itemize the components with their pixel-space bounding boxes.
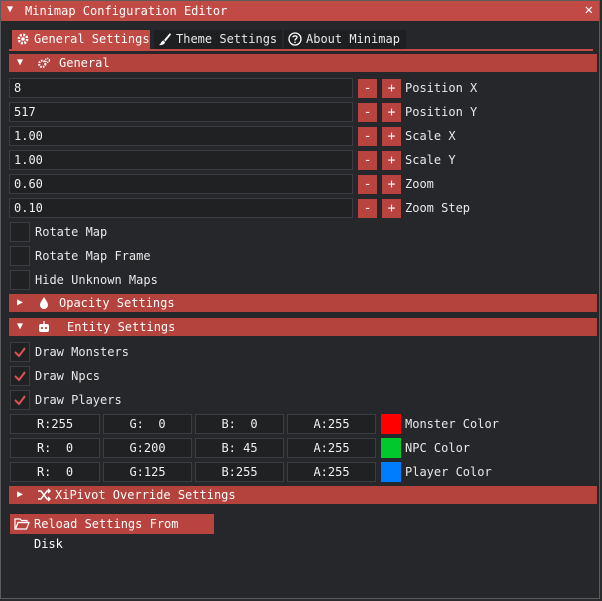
droplet-icon [40, 297, 48, 309]
checkmark-icon [14, 395, 26, 406]
player-color-a-field[interactable]: A:255 [287, 462, 376, 482]
tab-theme-settings[interactable]: Theme Settings [154, 30, 282, 49]
position-y-decrement-button[interactable]: - [358, 103, 377, 122]
tab-about-minimap[interactable]: About Minimap [284, 30, 406, 49]
zoom-step-label: Zoom Step [405, 201, 471, 215]
gear-icon [17, 33, 29, 45]
shuffle-icon [38, 488, 51, 502]
scale-y-input[interactable] [9, 150, 353, 170]
position-y-label: Position Y [405, 105, 478, 119]
expanded-arrow-icon: ▼ [17, 57, 24, 68]
tab-label: General Settings [34, 32, 150, 46]
rotate-map-label: Rotate Map [35, 225, 108, 239]
npc-color-label: NPC Color [405, 441, 471, 455]
draw-npcs-label: Draw Npcs [35, 369, 101, 383]
minimap-config-window: ▼ Minimap Configuration Editor ✕ General… [0, 0, 600, 599]
collapsed-arrow-icon: ▶ [17, 297, 24, 308]
draw-npcs-checkbox[interactable] [10, 366, 30, 386]
title-bar[interactable]: ▼ Minimap Configuration Editor ✕ [1, 1, 599, 21]
section-title: Opacity Settings [59, 296, 175, 310]
tab-label: Theme Settings [176, 32, 278, 46]
player-color-swatch[interactable] [381, 462, 401, 482]
section-title: XiPivot Override Settings [55, 488, 236, 502]
monster-color-r-field[interactable]: R:255 [10, 414, 100, 434]
player-color-g-field[interactable]: G:125 [103, 462, 192, 482]
draw-players-checkbox[interactable] [10, 390, 30, 410]
rotate-map-frame-checkbox[interactable] [10, 246, 30, 266]
opacity-section-header[interactable]: ▶ Opacity Settings [9, 294, 597, 312]
question-circle-icon [288, 32, 302, 46]
entity-section-header[interactable]: ▼ Entity Settings [9, 318, 597, 336]
xipivot-section-header[interactable]: ▶ XiPivot Override Settings [9, 486, 597, 504]
rotate-map-checkbox[interactable] [10, 222, 30, 242]
position-y-input[interactable] [9, 102, 353, 122]
window-title: Minimap Configuration Editor [25, 4, 228, 18]
position-y-increment-button[interactable]: + [382, 103, 401, 122]
npc-color-swatch[interactable] [381, 438, 401, 458]
section-title: Entity Settings [67, 320, 176, 334]
player-color-label: Player Color [405, 465, 492, 479]
monster-color-swatch[interactable] [381, 414, 401, 434]
scale-x-label: Scale X [405, 129, 456, 143]
tab-underline [9, 49, 593, 51]
position-x-label: Position X [405, 81, 478, 95]
scale-x-input[interactable] [9, 126, 353, 146]
npc-color-b-field[interactable]: B: 45 [195, 438, 284, 458]
collapse-window-icon[interactable]: ▼ [7, 4, 13, 15]
player-color-b-field[interactable]: B:255 [195, 462, 284, 482]
expanded-arrow-icon: ▼ [17, 321, 24, 332]
draw-monsters-label: Draw Monsters [35, 345, 129, 359]
tab-bar: General Settings Theme Settings About Mi… [9, 30, 593, 50]
npc-color-r-field[interactable]: R: 0 [10, 438, 100, 458]
close-icon[interactable]: ✕ [585, 2, 593, 18]
monster-color-g-field[interactable]: G: 0 [103, 414, 192, 434]
scale-x-decrement-button[interactable]: - [358, 127, 377, 146]
monster-color-a-field[interactable]: A:255 [287, 414, 376, 434]
zoom-step-input[interactable] [9, 198, 353, 218]
position-x-input[interactable] [9, 78, 353, 98]
npc-color-a-field[interactable]: A:255 [287, 438, 376, 458]
brush-icon [159, 33, 171, 46]
draw-players-label: Draw Players [35, 393, 122, 407]
tab-general-settings[interactable]: General Settings [12, 30, 150, 49]
npc-color-g-field[interactable]: G:200 [103, 438, 192, 458]
zoom-input[interactable] [9, 174, 353, 194]
hide-unknown-maps-label: Hide Unknown Maps [35, 273, 158, 287]
zoom-increment-button[interactable]: + [382, 175, 401, 194]
monster-color-b-field[interactable]: B: 0 [195, 414, 284, 434]
position-x-increment-button[interactable]: + [382, 79, 401, 98]
draw-monsters-checkbox[interactable] [10, 342, 30, 362]
monster-color-label: Monster Color [405, 417, 499, 431]
zoom-decrement-button[interactable]: - [358, 175, 377, 194]
zoom-step-increment-button[interactable]: + [382, 199, 401, 218]
gears-icon [38, 57, 51, 69]
section-title: General [59, 56, 110, 70]
folder-open-icon [14, 518, 30, 530]
reload-button-label: Reload Settings From Disk [34, 517, 179, 551]
rotate-map-frame-label: Rotate Map Frame [35, 249, 151, 263]
tab-label: About Minimap [306, 32, 400, 46]
reload-settings-button[interactable]: Reload Settings From Disk [10, 514, 214, 551]
scale-x-increment-button[interactable]: + [382, 127, 401, 146]
zoom-step-decrement-button[interactable]: - [358, 199, 377, 218]
player-color-r-field[interactable]: R: 0 [10, 462, 100, 482]
checkmark-icon [14, 347, 26, 358]
zoom-label: Zoom [405, 177, 434, 191]
scale-y-label: Scale Y [405, 153, 456, 167]
hide-unknown-maps-checkbox[interactable] [10, 270, 30, 290]
robot-icon [39, 321, 49, 332]
checkmark-icon [14, 371, 26, 382]
scale-y-decrement-button[interactable]: - [358, 151, 377, 170]
collapsed-arrow-icon: ▶ [17, 489, 24, 500]
scale-y-increment-button[interactable]: + [382, 151, 401, 170]
position-x-decrement-button[interactable]: - [358, 79, 377, 98]
general-section-header[interactable]: ▼ General [9, 54, 597, 72]
